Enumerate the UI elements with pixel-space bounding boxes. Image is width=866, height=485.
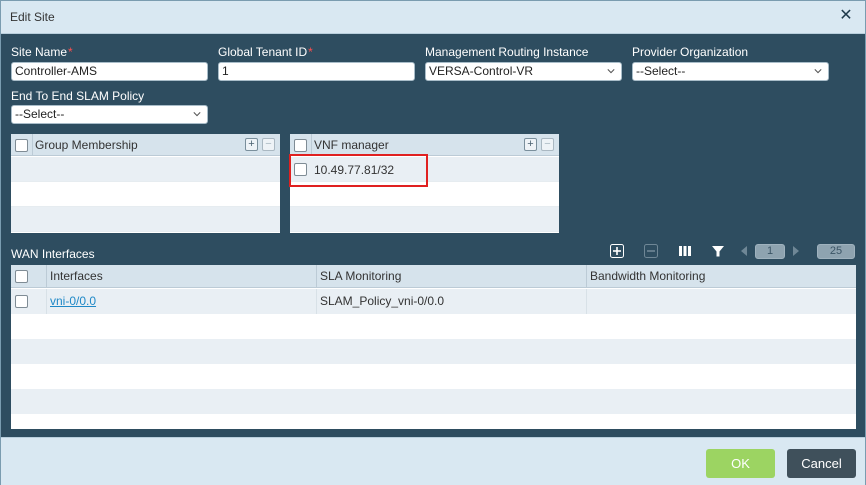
list-item xyxy=(11,182,280,207)
site-name-label: Site Name* xyxy=(11,45,73,59)
dialog-footer: OK Cancel xyxy=(1,437,865,485)
row-checkbox[interactable] xyxy=(15,295,28,308)
vnf-manager-header: VNF manager + − xyxy=(290,134,559,156)
mgmt-routing-instance-select[interactable]: VERSA-Control-VR xyxy=(425,62,622,81)
select-all-checkbox[interactable] xyxy=(15,139,28,152)
select-all-checkbox[interactable] xyxy=(15,270,28,283)
page-number-input[interactable]: 1 xyxy=(755,244,785,259)
interface-link[interactable]: vni-0/0.0 xyxy=(50,294,96,308)
slam-policy-select[interactable]: --Select-- xyxy=(11,105,208,124)
remove-icon[interactable]: − xyxy=(541,138,554,151)
chevron-down-icon xyxy=(193,112,201,117)
dialog-titlebar: Edit Site ✕ xyxy=(1,1,865,34)
group-membership-panel: Group Membership + − xyxy=(11,134,280,233)
remove-icon[interactable] xyxy=(644,244,658,258)
table-row[interactable]: vni-0/0.0 SLAM_Policy_vni-0/0.0 xyxy=(11,289,856,314)
table-row xyxy=(11,314,856,339)
provider-org-value: --Select-- xyxy=(636,64,686,78)
add-icon[interactable]: + xyxy=(245,138,258,151)
wan-interfaces-table: Interfaces SLA Monitoring Bandwidth Moni… xyxy=(11,265,856,429)
table-header: Interfaces SLA Monitoring Bandwidth Moni… xyxy=(11,265,856,288)
slam-policy-value: --Select-- xyxy=(15,107,65,121)
group-membership-header: Group Membership + − xyxy=(11,134,280,156)
wan-interfaces-title: WAN Interfaces xyxy=(11,247,95,261)
add-icon[interactable]: + xyxy=(524,138,537,151)
chevron-down-icon xyxy=(607,69,615,74)
prev-page-icon[interactable] xyxy=(739,244,749,258)
bandwidth-monitoring-cell xyxy=(587,289,856,314)
columns-icon[interactable] xyxy=(678,244,692,258)
list-item xyxy=(11,157,280,182)
column-header-interfaces[interactable]: Interfaces xyxy=(47,265,317,288)
provider-org-select[interactable]: --Select-- xyxy=(632,62,829,81)
highlight-box xyxy=(289,154,428,187)
mgmt-routing-instance-label: Management Routing Instance xyxy=(425,45,589,59)
sla-monitoring-cell: SLAM_Policy_vni-0/0.0 xyxy=(317,289,587,314)
global-tenant-id-label: Global Tenant ID* xyxy=(218,45,313,59)
mgmt-routing-instance-value: VERSA-Control-VR xyxy=(429,64,534,78)
slam-policy-label: End To End SLAM Policy xyxy=(11,89,145,103)
vnf-manager-title: VNF manager xyxy=(314,138,389,152)
cancel-button[interactable]: Cancel xyxy=(787,449,856,478)
dialog-title: Edit Site xyxy=(10,10,55,24)
list-item xyxy=(11,207,280,232)
select-all-checkbox[interactable] xyxy=(294,139,307,152)
page-size-select[interactable]: 25 xyxy=(817,244,855,259)
filter-icon[interactable] xyxy=(711,244,725,258)
close-icon[interactable]: ✕ xyxy=(837,7,855,25)
site-name-input[interactable]: Controller-AMS xyxy=(11,62,208,81)
edit-site-dialog: Edit Site ✕ Site Name* Global Tenant ID*… xyxy=(0,0,866,485)
remove-icon[interactable]: − xyxy=(262,138,275,151)
list-item xyxy=(290,207,559,232)
global-tenant-id-input[interactable]: 1 xyxy=(218,62,415,81)
ok-button[interactable]: OK xyxy=(706,449,775,478)
provider-org-label: Provider Organization xyxy=(632,45,749,59)
table-row xyxy=(11,364,856,389)
add-icon[interactable] xyxy=(610,244,624,258)
column-header-sla-monitoring[interactable]: SLA Monitoring xyxy=(317,265,587,288)
next-page-icon[interactable] xyxy=(791,244,801,258)
table-row xyxy=(11,339,856,364)
chevron-down-icon xyxy=(814,69,822,74)
group-membership-title: Group Membership xyxy=(35,138,138,152)
column-header-bandwidth-monitoring[interactable]: Bandwidth Monitoring xyxy=(587,265,856,288)
table-row xyxy=(11,389,856,414)
